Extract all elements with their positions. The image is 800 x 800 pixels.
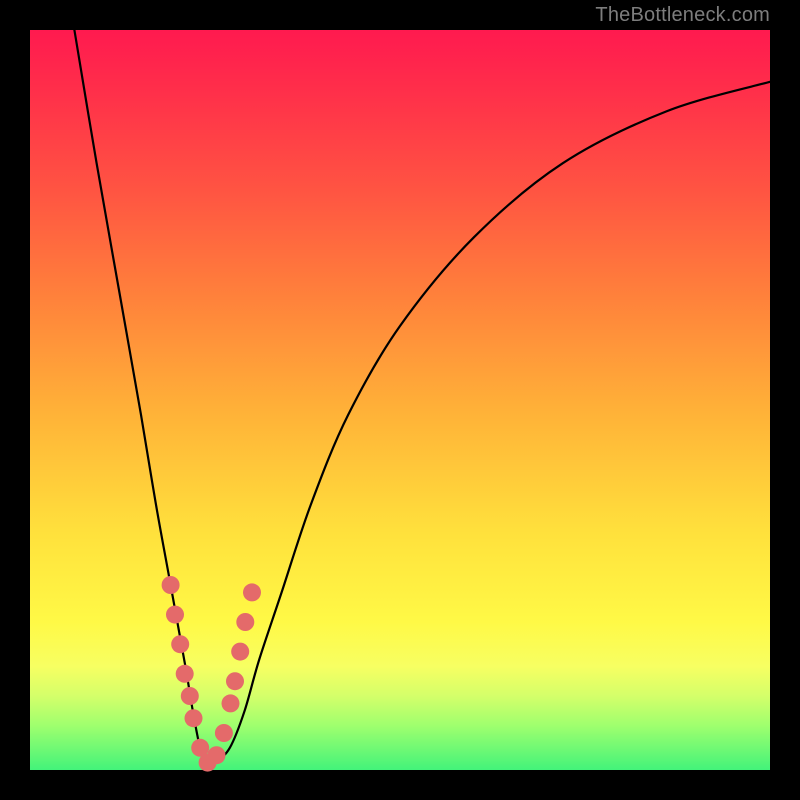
- chart-frame: TheBottleneck.com: [0, 0, 800, 800]
- highlight-dot: [231, 643, 249, 661]
- highlight-dot: [236, 613, 254, 631]
- highlight-dot: [226, 672, 244, 690]
- highlight-dot: [243, 583, 261, 601]
- highlight-dots: [162, 576, 261, 772]
- plot-area: [30, 30, 770, 770]
- highlight-dot: [222, 694, 240, 712]
- highlight-dot: [181, 687, 199, 705]
- highlight-dot: [162, 576, 180, 594]
- highlight-dot: [215, 724, 233, 742]
- highlight-dot: [166, 606, 184, 624]
- highlight-dot: [176, 665, 194, 683]
- highlight-dot: [185, 709, 203, 727]
- bottleneck-curve: [74, 30, 770, 764]
- highlight-dot: [171, 635, 189, 653]
- curve-layer: [30, 30, 770, 770]
- watermark-text: TheBottleneck.com: [595, 4, 770, 27]
- highlight-dot: [208, 746, 226, 764]
